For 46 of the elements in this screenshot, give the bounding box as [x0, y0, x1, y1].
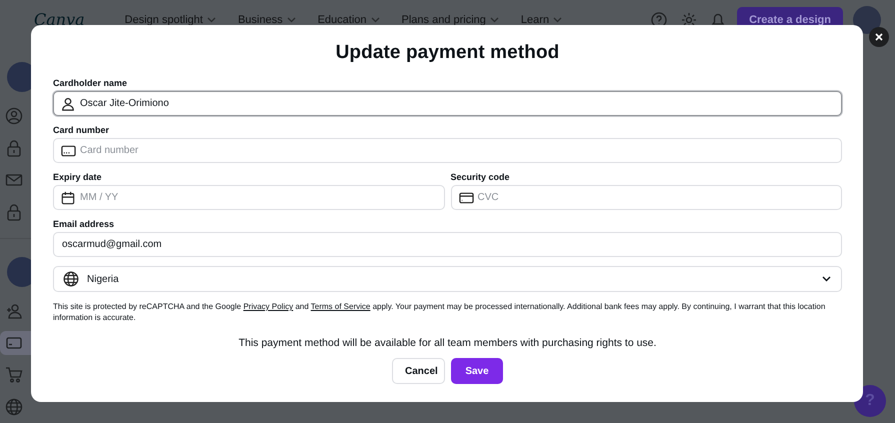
cart-icon	[5, 366, 23, 384]
input-field[interactable]: CVC	[450, 185, 842, 210]
nav-menu-item[interactable]: Plans and pricing	[402, 14, 499, 26]
legal-notice: This site is protected by reCAPTCHA and the Google Privacy Policy and Terms of Service apply. Your payment may be processed internationally. Additional bank fees may apply. By continuing, I warrant that this location information is accurate.	[53, 301, 826, 323]
close-button[interactable]	[869, 27, 889, 47]
lock-icon	[5, 139, 23, 157]
info-text: This payment method will be available for all team members with purchasing rights to use.	[238, 337, 658, 349]
help-icon[interactable]	[651, 12, 668, 28]
input-field[interactable]: Oscar Jite-Orimiono	[53, 91, 842, 116]
chevron-icon	[286, 17, 296, 23]
nav-menu-item[interactable]: Education	[318, 14, 380, 26]
person-icon	[61, 96, 75, 110]
text-link[interactable]: Privacy Policy	[243, 302, 294, 311]
country-select[interactable]: Nigeria	[53, 266, 842, 292]
chevron-icon	[490, 17, 499, 23]
settings-icon[interactable]	[681, 12, 698, 28]
globe-icon	[63, 271, 79, 287]
nav-menu-item[interactable]: Business	[238, 14, 296, 26]
dialog-title: Update payment method	[336, 42, 560, 64]
credit-card-icon	[458, 192, 474, 204]
input-field[interactable]: MM / YY	[53, 185, 444, 210]
nav-menu-item[interactable]: Learn	[520, 14, 562, 26]
close-icon	[875, 33, 883, 41]
credit-card-icon	[61, 144, 76, 156]
chevron-icon	[206, 17, 216, 23]
field-label: Email address	[53, 219, 116, 229]
sidebar-item[interactable]	[0, 331, 31, 355]
add-person-icon	[5, 302, 23, 320]
chevron-icon	[553, 17, 562, 23]
chevron-icon	[370, 17, 380, 23]
field-label: Card number	[53, 125, 110, 135]
globe-icon	[5, 398, 23, 416]
save-button[interactable]: Save	[451, 358, 503, 384]
lock-icon	[5, 203, 23, 221]
chevron-down-icon	[822, 276, 831, 282]
input-field[interactable]: oscarmud@gmail.com	[53, 232, 842, 257]
calendar-icon	[61, 190, 75, 204]
logo[interactable]: Canva	[34, 11, 85, 29]
field-label: Security code	[450, 172, 511, 182]
field-label: Cardholder name	[53, 78, 128, 88]
nav-menu-item[interactable]: Design spotlight	[124, 14, 216, 26]
input-field[interactable]: Card number	[53, 138, 842, 163]
account-icon	[5, 107, 23, 125]
cancel-button[interactable]: Cancel	[392, 358, 445, 384]
text-link[interactable]: Terms of Service	[310, 302, 370, 311]
field-label: Expiry date	[53, 172, 103, 182]
